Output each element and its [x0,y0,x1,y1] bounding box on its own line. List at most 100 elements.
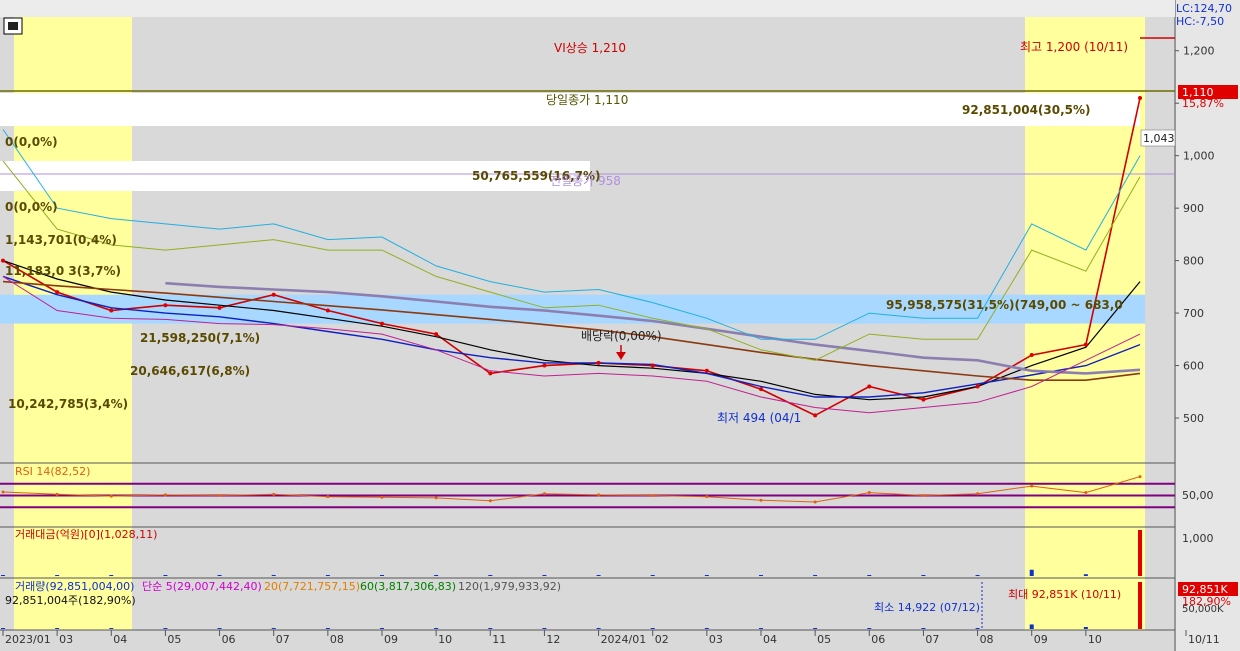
trading-value-bar [271,575,276,576]
volume-bar [217,628,222,629]
price-point [434,332,439,337]
x-tick-label: 07 [276,633,290,646]
trading-value-bar [1083,574,1088,576]
volume-bar [650,628,655,629]
volume-bar [271,628,276,629]
price-point [650,363,655,368]
rsi-point [326,495,330,499]
trading-value-bar [759,575,763,576]
dividend-label: 배당락(0,00%) [581,329,662,343]
chart-menu-icon [8,22,18,30]
price-point [380,321,384,326]
price-tick-label: 1,000 [1183,150,1215,163]
price-point [271,292,276,297]
volume-profile-label: 20,646,617(6,8%) [130,364,250,378]
trading-value-bar [921,575,926,576]
price-point [163,303,168,308]
rsi-point [705,495,709,499]
rsi-point [380,495,384,499]
lc-readout: LC:124,70 [1176,2,1232,15]
x-tick-label: 03 [59,633,73,646]
rsi-point [921,494,925,497]
trading-value-bar [975,575,980,576]
volume-bar [542,628,547,629]
volume-profile-label: 11,183,0 3(3,7%) [5,264,121,278]
price-point [542,363,547,368]
volume-bar [380,628,384,629]
price-point [488,371,493,376]
price-point [921,397,926,402]
volume-bar [325,628,330,629]
volume-legend-ma60: 60(3,817,306,83) [360,580,456,593]
volume-profile-label: 95,958,575(31,5%)(749,00 ~ 683,0 [886,298,1123,312]
price-point [1029,353,1034,358]
volume-profile-label: 1,143,701(0,4%) [5,233,117,247]
trading-value-bar [650,575,655,576]
price-point [217,305,222,310]
volume-legend-main: 거래량(92,851,004,00) [15,580,134,593]
price-tick-label: 700 [1183,307,1204,320]
price-point [1,258,5,263]
price-tick-label: 800 [1183,255,1204,268]
volume-bar [55,628,60,629]
low-label: 최저 494 (04/1 [717,411,801,425]
price-point [325,308,330,313]
trading-value-bar [1029,569,1034,576]
volume-bar [704,628,709,629]
rsi-point [1030,484,1034,488]
volume-profile-label: 10,242,785(3,4%) [8,397,128,411]
side-price-text: 1,043 [1143,132,1175,145]
volume-bar [1083,626,1088,629]
trading-value-tick: 1,000 [1182,532,1214,545]
volume-profile-label: 92,851,004(30,5%) [962,103,1091,117]
rsi-point [272,492,276,496]
rsi-point [813,500,817,504]
prev-close-label: 전일종가 958 [550,174,621,188]
price-tick-label: 900 [1183,202,1204,215]
rsi-point [218,494,222,497]
hc-readout: HC:-7,50 [1176,15,1224,28]
volume-legend-ma5: 단순 5(29,007,442,40) [142,580,262,593]
x-tick-label: 08 [330,633,344,646]
trading-value-bar [55,575,60,576]
volume-profile-label: 21,598,250(7,1%) [140,331,260,345]
trading-value-bar [1,575,5,576]
price-tick-label: 500 [1183,412,1204,425]
x-tick-label: 03 [709,633,723,646]
price-point [1138,95,1142,100]
rsi-point [434,496,438,500]
rsi-point [597,493,601,497]
rsi-point [867,491,871,495]
rsi-point [109,494,113,498]
rsi-point [542,492,546,496]
x-tick-label: 11 [492,633,506,646]
volume-bar [867,628,872,629]
volume-tag-pct: 182,90% [1182,595,1231,608]
trading-value-bar [596,575,601,576]
volume-profile-label: 0(0,0%) [5,135,58,149]
price-tick-label: 1,200 [1183,45,1215,58]
trading-value-bar [542,575,547,576]
trading-value-bar [217,575,222,576]
volume-bar [488,628,493,629]
today-close-label: 당일종가 1,110 [546,93,628,107]
trading-value-bar [325,575,330,576]
trading-value-bar [813,575,818,576]
price-point [975,384,980,389]
x-tick-label: 02 [655,633,669,646]
x-tick-label: 2023/01 [5,633,51,646]
price-point [55,290,60,295]
x-tick-label: 2024/01 [601,633,647,646]
x-tick-label: 06 [871,633,885,646]
x-tick-label: 07 [925,633,939,646]
header-strip [0,0,1175,17]
x-tick-label: 09 [384,633,398,646]
high-label: 최고 1,200 (10/11) [1020,40,1128,54]
volume-bar [1029,624,1034,629]
x-tick-label: 08 [980,633,994,646]
x-tick-label: 12 [546,633,560,646]
price-point [867,384,872,389]
volume-bar [921,628,926,629]
volume-legend-ma120: 120(1,979,933,92) [458,580,561,593]
x-tick-label: 10 [438,633,452,646]
